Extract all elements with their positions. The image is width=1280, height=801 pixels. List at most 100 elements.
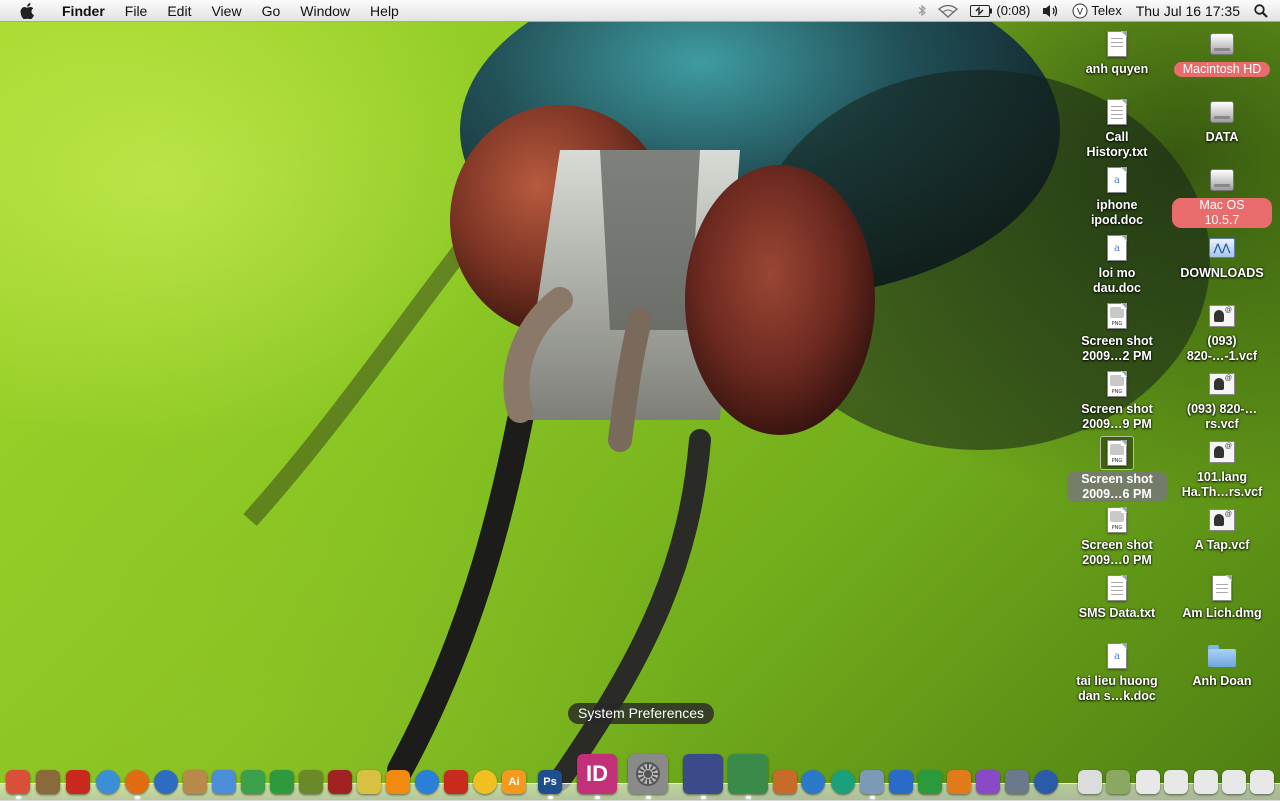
menu-help[interactable]: Help: [360, 0, 409, 22]
dock-item[interactable]: [683, 754, 723, 794]
dock-item[interactable]: [241, 770, 265, 794]
dock-item[interactable]: [918, 770, 942, 794]
dock-item[interactable]: [1034, 770, 1058, 794]
powerpoint-icon: [947, 770, 971, 794]
menu-edit[interactable]: Edit: [157, 0, 201, 22]
dock-item[interactable]: [270, 770, 294, 794]
dock-item[interactable]: [66, 770, 90, 794]
menu-view[interactable]: View: [201, 0, 251, 22]
minimized-window-5-icon: [1194, 770, 1218, 794]
dock-item[interactable]: [860, 770, 884, 794]
desktop-icon-am-lich[interactable]: Am Lich.dmg: [1172, 572, 1272, 621]
dock-item[interactable]: [125, 770, 149, 794]
menu-window[interactable]: Window: [290, 0, 360, 22]
preview-icon: [1005, 770, 1029, 794]
dock-item[interactable]: [889, 770, 913, 794]
dock-item[interactable]: [299, 770, 323, 794]
desktop-icon-screenshot-2[interactable]: PNG Screen shot 2009…9 PM: [1067, 368, 1167, 432]
desktop-icon-label: Mac OS 10.5.7: [1172, 198, 1272, 228]
dock-running-indicator: [16, 796, 21, 799]
dock-item[interactable]: [6, 770, 30, 794]
menu-go[interactable]: Go: [252, 0, 291, 22]
dock-item[interactable]: [976, 770, 1000, 794]
desktop-icon-label: DATA: [1205, 130, 1239, 144]
dock-item[interactable]: [154, 770, 178, 794]
desktop-icon-data[interactable]: DATA: [1172, 96, 1272, 145]
desktop-icon-loi-mo-dau[interactable]: a loi mo dau.doc: [1067, 232, 1167, 296]
dock-running-indicator: [135, 796, 140, 799]
yahoo-messenger-icon: [473, 770, 497, 794]
minimized-window-4-icon: [1164, 770, 1188, 794]
dock-item[interactable]: [212, 770, 236, 794]
desktop-icon-a-tap[interactable]: @ A Tap.vcf: [1172, 504, 1272, 553]
desktop-icon-anh-doan[interactable]: Anh Doan: [1172, 640, 1272, 689]
dock-item[interactable]: Ps: [538, 770, 562, 794]
desktop-icon-screenshot-3[interactable]: PNG Screen shot 2009…6 PM: [1067, 436, 1167, 502]
desktop-icon-label: Call History.txt: [1086, 130, 1148, 159]
itunes-icon: [415, 770, 439, 794]
desktop-icon-screenshot-1[interactable]: PNG Screen shot 2009…2 PM: [1067, 300, 1167, 364]
desktop-icon-sms-data[interactable]: SMS Data.txt: [1067, 572, 1167, 621]
dock-item[interactable]: [328, 770, 352, 794]
input-method-menu[interactable]: V Telex: [1066, 3, 1127, 19]
dock-item[interactable]: [473, 770, 497, 794]
dock-item[interactable]: [1164, 770, 1188, 794]
battery-status[interactable]: (0:08): [964, 3, 1036, 18]
dock-item[interactable]: [728, 754, 768, 794]
acrobat-icon: [66, 770, 90, 794]
desktop-icon-tai-lieu[interactable]: a tai lieu huong dan s…k.doc: [1067, 640, 1167, 704]
dock-item[interactable]: [96, 770, 120, 794]
menu-finder[interactable]: Finder: [52, 0, 115, 22]
dock-item[interactable]: [415, 770, 439, 794]
dock-item[interactable]: [183, 770, 207, 794]
dock-item[interactable]: [801, 770, 825, 794]
desktop-icon-mac-os[interactable]: Mac OS 10.5.7: [1172, 164, 1272, 228]
entourage-icon: [976, 770, 1000, 794]
dock-item[interactable]: [1136, 770, 1160, 794]
dock-item[interactable]: [1194, 770, 1218, 794]
dock-item[interactable]: [36, 770, 60, 794]
desktop-icon-label: (093) 820-…-1.vcf: [1186, 334, 1258, 363]
desktop-icon-vcf-1[interactable]: @ (093) 820-…-1.vcf: [1172, 300, 1272, 364]
png-image-icon: PNG: [1107, 440, 1127, 466]
spotlight-search-icon[interactable]: [1248, 3, 1280, 18]
dock-item[interactable]: [628, 754, 668, 794]
text-document-icon: [1107, 31, 1127, 57]
activity-chart-icon: [728, 754, 768, 794]
menu-file[interactable]: File: [115, 0, 158, 22]
flash-icon: [444, 770, 468, 794]
desktop-icon-downloads[interactable]: ⋀⋀ DOWNLOADS: [1172, 232, 1272, 281]
dock-item[interactable]: [1222, 770, 1246, 794]
hard-drive-icon: [1210, 33, 1234, 55]
dock-item[interactable]: [1106, 770, 1130, 794]
dock-item[interactable]: [773, 770, 797, 794]
menubar-clock[interactable]: Thu Jul 16 17:35: [1128, 3, 1248, 19]
apple-menu-icon[interactable]: [16, 2, 38, 19]
desktop-icon-anh-quyen[interactable]: anh quyen: [1067, 28, 1167, 77]
desktop-icon-label: A Tap.vcf: [1194, 538, 1250, 552]
dock-running-indicator: [548, 796, 553, 799]
dock-item[interactable]: [1078, 770, 1102, 794]
colorsync-icon: [241, 770, 265, 794]
dock-item[interactable]: Ai: [502, 770, 526, 794]
dock-item[interactable]: [1250, 770, 1274, 794]
dock-item[interactable]: [386, 770, 410, 794]
bluetooth-icon[interactable]: [912, 4, 932, 17]
desktop-icon-call-history[interactable]: Call History.txt: [1067, 96, 1167, 160]
dock-item[interactable]: [357, 770, 381, 794]
dock-item[interactable]: [444, 770, 468, 794]
desktop-icon-vcf-2[interactable]: @ (093) 820-…rs.vcf: [1172, 368, 1272, 432]
dock-running-indicator: [595, 796, 600, 799]
battery-time: (0:08): [996, 3, 1031, 18]
dock-item[interactable]: [1005, 770, 1029, 794]
dock-item[interactable]: ID: [577, 754, 617, 794]
volume-icon[interactable]: [1036, 4, 1066, 18]
desktop-icon-vcf-3[interactable]: @ 101.lang Ha.Th…rs.vcf: [1172, 436, 1272, 500]
desktop-icon-macintosh-hd[interactable]: Macintosh HD: [1172, 28, 1272, 77]
desktop-icon-iphone-ipod[interactable]: a iphone ipod.doc: [1067, 164, 1167, 228]
png-image-icon: PNG: [1107, 371, 1127, 397]
dock-item[interactable]: [947, 770, 971, 794]
desktop-icon-screenshot-4[interactable]: PNG Screen shot 2009…0 PM: [1067, 504, 1167, 568]
wifi-icon[interactable]: [932, 4, 964, 18]
dock-item[interactable]: [831, 770, 855, 794]
